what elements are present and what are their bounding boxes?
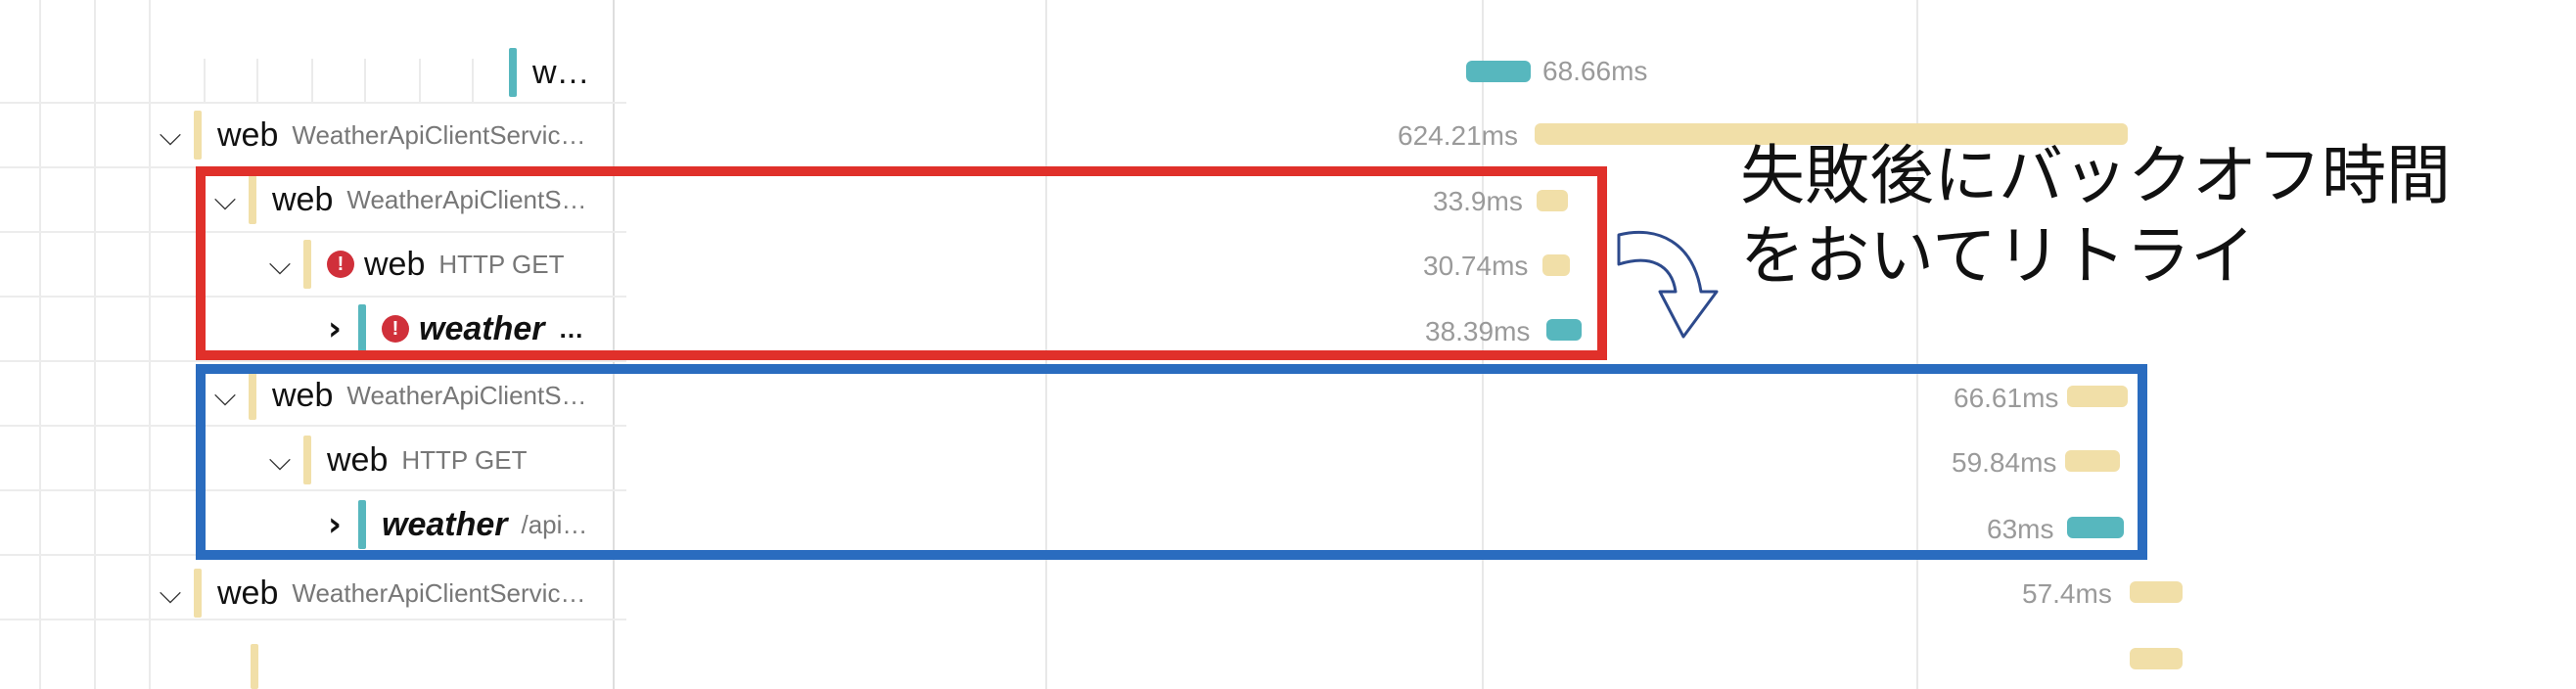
span-bar[interactable] (1466, 61, 1531, 82)
span-color-bar (194, 111, 202, 160)
tree-guide (472, 59, 474, 102)
failed-attempt-highlight-box (196, 166, 1607, 360)
operation-name: WeatherApiClientServic… (292, 577, 586, 608)
service-name: w… (532, 53, 590, 91)
span-bar[interactable] (2130, 581, 2183, 603)
tree-guide (256, 59, 258, 102)
service-name: web (217, 574, 279, 612)
tree-guide (419, 59, 421, 102)
grid-line (1916, 0, 1918, 689)
annotation-line-2: をおいてリトライ (1740, 218, 2256, 294)
service-name: web (217, 115, 279, 154)
annotation-line-1: 失敗後にバックオフ時間 (1740, 138, 2451, 213)
span-duration: 68.66ms (1542, 56, 1648, 86)
span-row-label[interactable]: ⌵ web WeatherApiClientServic… (157, 560, 585, 626)
span-color-bar (194, 569, 202, 618)
operation-name: WeatherApiClientServic… (292, 119, 586, 150)
chevron-down-icon[interactable]: ⌵ (157, 576, 184, 611)
tree-guide (204, 59, 206, 102)
span-bar[interactable] (2130, 648, 2183, 669)
retry-attempt-highlight-box (196, 364, 2147, 560)
span-color-bar (251, 644, 258, 689)
tree-guide (364, 59, 366, 102)
curved-arrow-icon (1617, 230, 1719, 339)
tree-guide (311, 59, 313, 102)
span-row-label[interactable]: ⌵ web WeatherApiClientServic… (157, 102, 585, 168)
chevron-down-icon[interactable]: ⌵ (157, 118, 184, 153)
span-color-bar (509, 48, 517, 97)
span-duration: 57.4ms (2022, 578, 2112, 609)
span-duration: 624.21ms (1398, 120, 1518, 151)
span-row-label[interactable]: w… (509, 39, 590, 106)
